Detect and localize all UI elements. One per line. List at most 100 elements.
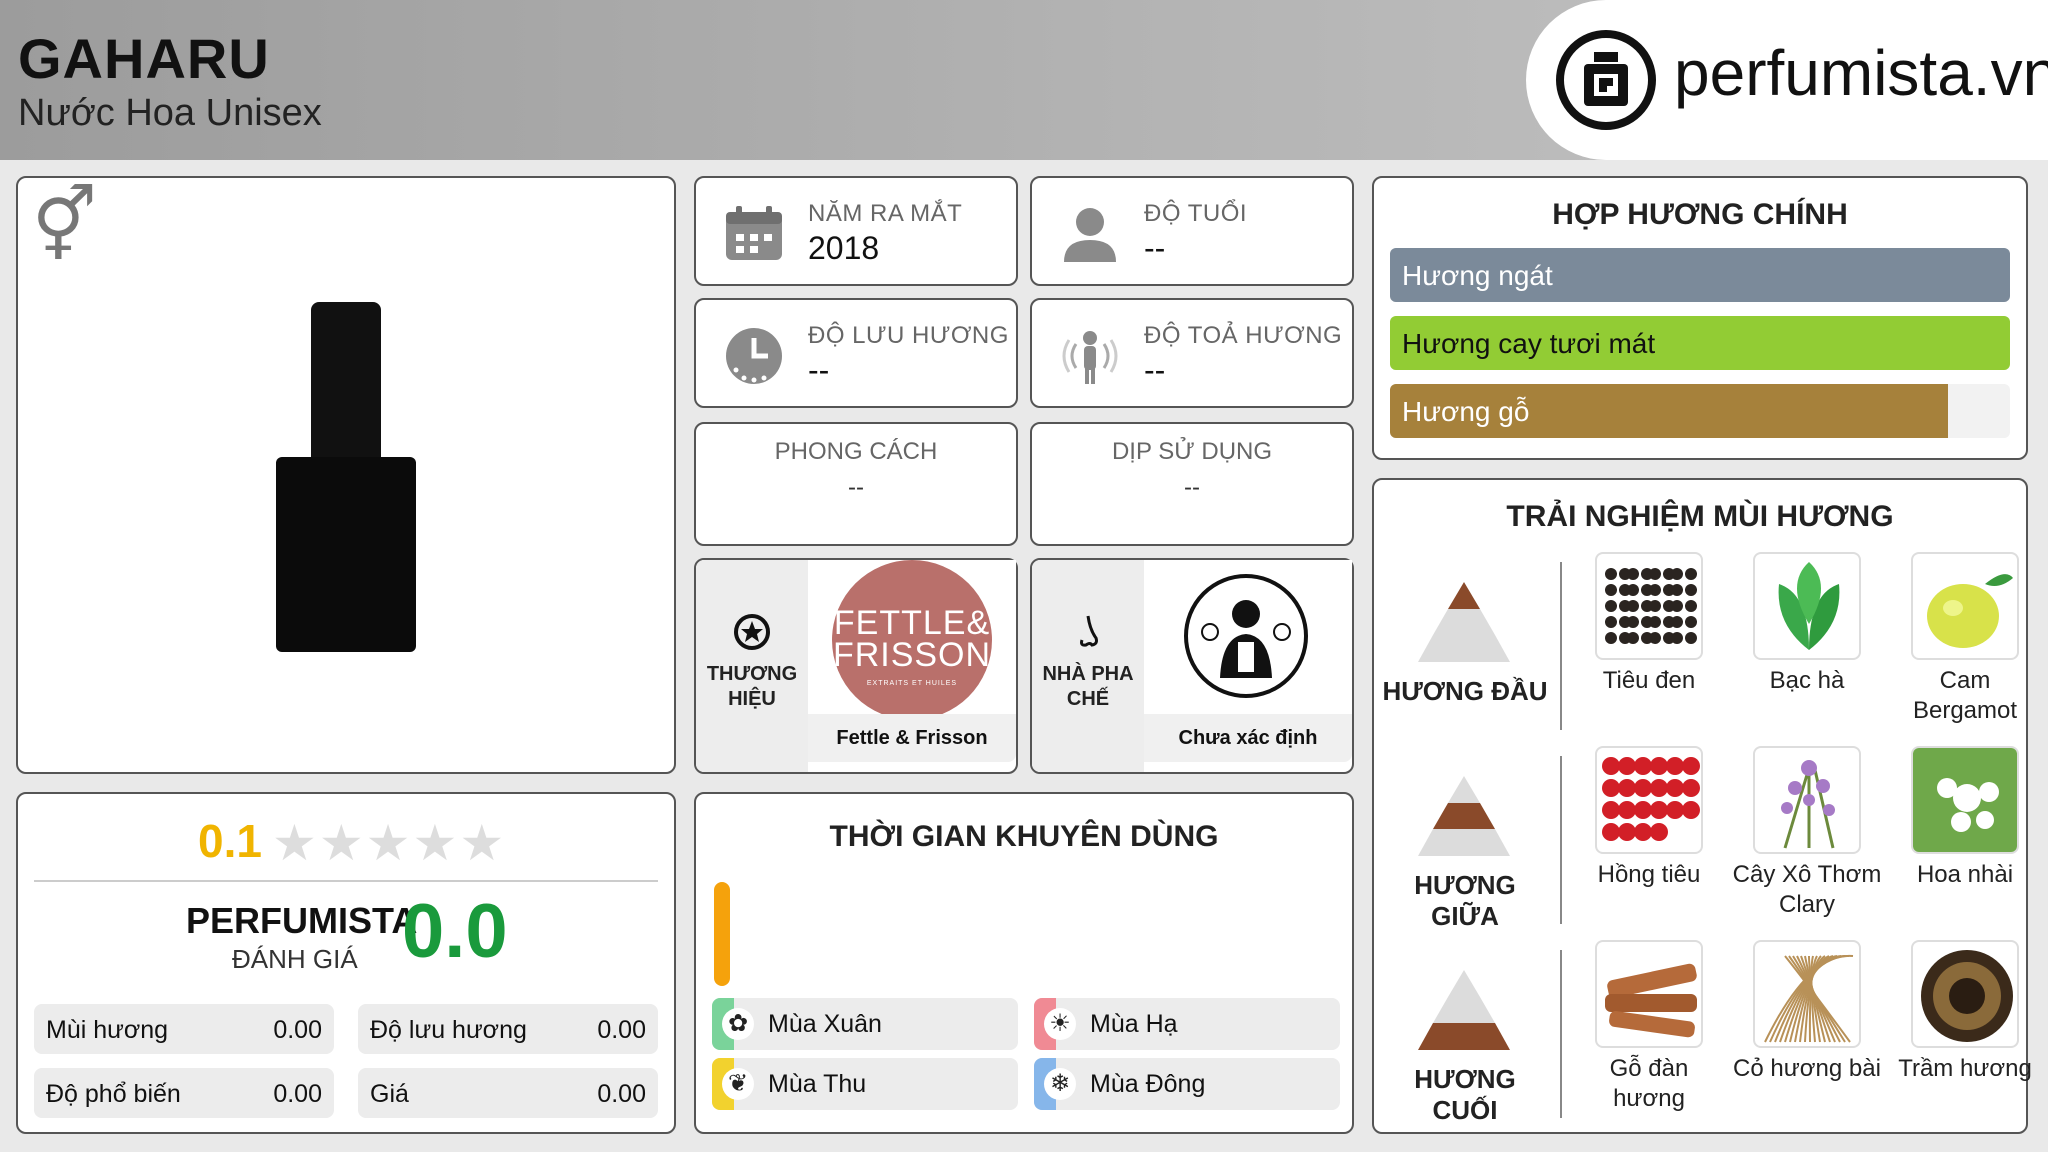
perfumista-score: 0.0 [402, 889, 508, 974]
unisex-gender-icon: ⚥ [32, 186, 98, 266]
note-item[interactable]: Gỗ đàn hương [1574, 940, 1724, 1114]
occasion-value: -- [1184, 474, 1200, 501]
metric-price: Giá 0.00 [358, 1068, 658, 1118]
time-indicator-bar [714, 882, 730, 986]
user-rating-score: 0.1 [198, 815, 262, 867]
experience-title: TRẢI NGHIỆM MÙI HƯƠNG [1506, 500, 1894, 533]
sillage-label: ĐỘ TOẢ HƯƠNG [1144, 322, 1343, 349]
accord-bar: Hương gỗ [1390, 384, 2010, 438]
brand-card[interactable]: THƯƠNG HIỆU FETTLE& FRISSON EXTRAITS ET … [694, 558, 1018, 774]
note-item[interactable]: Bạc hà [1732, 552, 1882, 696]
star-icon[interactable]: ★ [459, 815, 506, 871]
star-icon[interactable]: ★ [319, 815, 366, 871]
tier-label: HƯƠNG CUỐI [1414, 1064, 1516, 1125]
note-item[interactable]: Trầm hương [1890, 940, 2040, 1084]
longevity-label: ĐỘ LƯU HƯƠNG [808, 322, 1009, 349]
age-card: ĐỘ TUỔI -- [1030, 176, 1354, 286]
age-value: -- [1144, 230, 1166, 266]
note-pyramid-icon [1418, 582, 1510, 662]
perfumista-sub-label: ĐÁNH GIÁ [232, 944, 358, 974]
time-title: THỜI GIAN KHUYÊN DÙNG [829, 820, 1219, 853]
brand-logo-line2: FRISSON [832, 636, 992, 674]
star-badge-icon [732, 612, 772, 662]
product-image-panel: ⚥ [16, 176, 676, 774]
page-subtitle: Nước Hoa Unisex [18, 92, 322, 134]
brand-name: Fettle & Frisson [808, 714, 1016, 762]
season-label: Mùa Hạ [1090, 1010, 1178, 1038]
metric-longevity: Độ lưu hương 0.00 [358, 1004, 658, 1054]
header: GAHARU Nước Hoa Unisex perfumista.vn [0, 0, 2048, 160]
note-item[interactable]: Tiêu đen [1574, 552, 1724, 696]
rating-panel: 0.1 ★★★★★ PERFUMISTA ĐÁNH GIÁ 0.0 Mùi hư… [16, 792, 676, 1134]
launch-year-card: NĂM RA MẮT 2018 [694, 176, 1018, 286]
note-label: Cây Xô Thơm Clary [1732, 861, 1882, 918]
note-label: Hồng tiêu [1597, 861, 1701, 888]
season-item: ☀ Mùa Hạ [1034, 998, 1340, 1050]
season-item: ❄ Mùa Đông [1034, 1058, 1340, 1110]
perfumer-image [1144, 560, 1352, 710]
note-label: Bạc hà [1769, 667, 1845, 694]
season-item: ❦ Mùa Thu [712, 1058, 1018, 1110]
season-label: Mùa Đông [1090, 1070, 1206, 1098]
note-item[interactable]: Hồng tiêu [1574, 746, 1724, 890]
tier-label: HƯƠNG GIỮA [1414, 870, 1516, 931]
tier-label: HƯƠNG ĐẦU [1382, 676, 1548, 706]
user-icon [1060, 204, 1120, 264]
brand-logo-image: FETTLE& FRISSON EXTRAITS ET HUILES [808, 560, 1016, 720]
logo-text: perfumista.vn [1674, 37, 2048, 109]
occasion-label: DỊP SỬ DỤNG [1111, 438, 1273, 465]
star-icon[interactable]: ★ [366, 815, 413, 871]
note-image [1753, 552, 1861, 660]
metric-scent: Mùi hương 0.00 [34, 1004, 334, 1054]
flower-icon: ✿ [722, 1008, 754, 1040]
perfumer-avatar-icon [1184, 574, 1308, 698]
snowflake-icon: ❄ [1044, 1068, 1076, 1100]
nose-icon [1068, 612, 1108, 662]
style-card: PHONG CÁCH -- [694, 422, 1018, 546]
note-label: Tiêu đen [1602, 667, 1696, 694]
longevity-card: ĐỘ LƯU HƯƠNG -- [694, 298, 1018, 408]
person-radiating-icon [1060, 326, 1120, 386]
note-item[interactable]: Cỏ hương bài [1732, 940, 1882, 1084]
scent-experience-panel: TRẢI NGHIỆM MÙI HƯƠNG HƯƠNG ĐẦU Tiêu đen B… [1372, 478, 2032, 1134]
launch-year-value: 2018 [808, 230, 880, 266]
accord-bar: Hương ngát [1390, 248, 2010, 302]
sillage-card: ĐỘ TOẢ HƯƠNG -- [1030, 298, 1354, 408]
brand-label: THƯƠNG HIỆU [706, 663, 798, 710]
brand-logo[interactable]: perfumista.vn [1526, 0, 2048, 160]
note-image [1911, 940, 2019, 1048]
note-label: Gỗ đàn hương [1609, 1055, 1689, 1112]
perfume-bottle-logo-icon [1556, 30, 1656, 130]
note-pyramid-icon [1418, 970, 1510, 1050]
note-image [1595, 552, 1703, 660]
clock-icon [724, 326, 784, 386]
accord-label: Hương ngát [1402, 260, 1553, 291]
season-label: Mùa Thu [768, 1070, 867, 1098]
perfumer-name: Chưa xác định [1144, 714, 1352, 762]
note-label: Hoa nhài [1916, 861, 2014, 888]
note-item[interactable]: Hoa nhài [1890, 746, 2040, 890]
star-icon[interactable]: ★ [412, 815, 459, 871]
main-accords-panel: HỢP HƯƠNG CHÍNH Hương ngát Hương cay tươi… [1372, 176, 2028, 460]
perfumer-card[interactable]: NHÀ PHA CHẾ Chưa xác định [1030, 558, 1354, 774]
note-label: Cỏ hương bài [1733, 1055, 1881, 1082]
perfumer-label: NHÀ PHA CHẾ [1042, 663, 1134, 710]
note-item[interactable]: Cây Xô Thơm Clary [1732, 746, 1882, 920]
occasion-card: DỊP SỬ DỤNG -- [1030, 422, 1354, 546]
note-image [1595, 940, 1703, 1048]
note-label: Cam Bergamot [1912, 667, 2018, 724]
note-image [1911, 746, 2019, 854]
leaf-icon: ❦ [722, 1068, 754, 1100]
launch-year-label: NĂM RA MẮT [808, 200, 963, 227]
accord-label: Hương cay tươi mát [1402, 328, 1656, 359]
note-image [1911, 552, 2019, 660]
accord-bar: Hương cay tươi mát [1390, 316, 2010, 370]
age-label: ĐỘ TUỔI [1144, 200, 1248, 227]
note-image [1595, 746, 1703, 854]
calendar-icon [724, 204, 784, 264]
accord-label: Hương gỗ [1402, 396, 1530, 427]
rating-stars[interactable]: ★★★★★ [272, 814, 506, 872]
note-item[interactable]: Cam Bergamot [1890, 552, 2040, 726]
star-icon[interactable]: ★ [272, 815, 319, 871]
style-value: -- [848, 474, 864, 501]
